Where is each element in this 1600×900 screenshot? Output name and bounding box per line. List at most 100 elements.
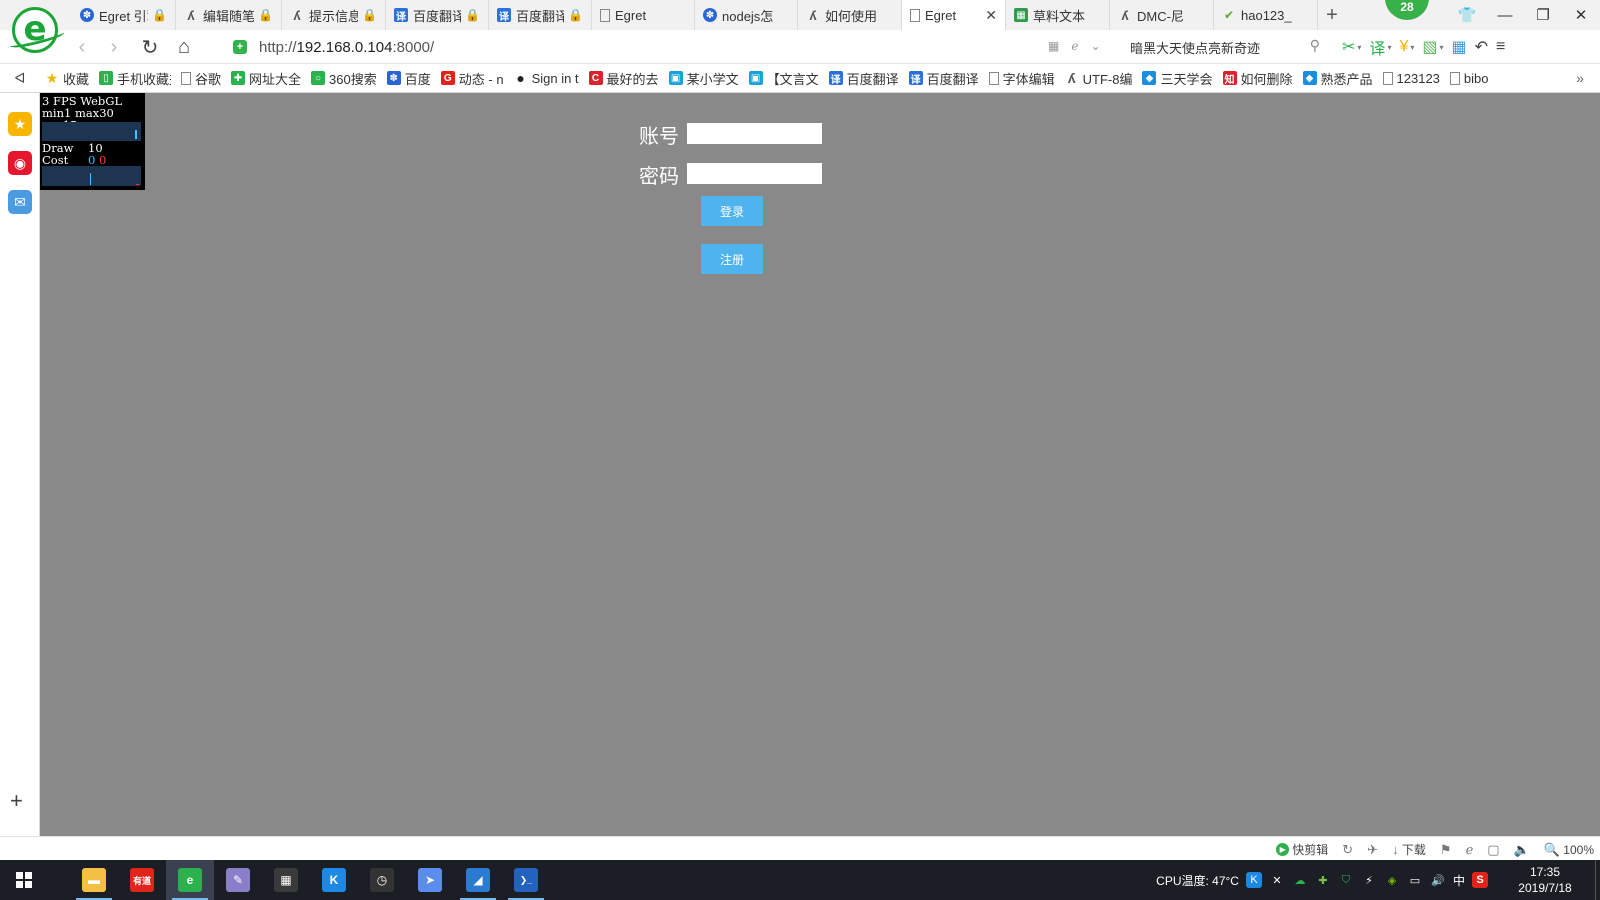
back-button[interactable]: ‹ <box>70 35 94 59</box>
new-tab-button[interactable]: + <box>1317 0 1347 30</box>
nvidia-icon[interactable]: ◈ <box>1384 872 1400 888</box>
tab-4[interactable]: 译百度翻译 🔒 <box>386 0 489 30</box>
bookmark-item[interactable]: C 最好的去 <box>584 69 664 88</box>
sogou-icon[interactable]: S <box>1472 872 1488 888</box>
kuaijian-button[interactable]: ▶ 快剪辑 <box>1276 841 1328 858</box>
tab-6[interactable]: Egret <box>592 0 695 30</box>
tab-11[interactable]: ʎ DMC-尼 <box>1110 0 1214 30</box>
bookmark-item[interactable]: ◆ 三天学会 <box>1137 69 1217 88</box>
register-button[interactable]: 注册 <box>701 244 763 274</box>
qr-code-icon[interactable]: ▦ <box>1048 39 1059 53</box>
plus-tray-icon[interactable]: ✚ <box>1315 872 1331 888</box>
url-input[interactable]: + http://192.168.0.104:8000/ <box>225 34 1115 60</box>
sidebar-add-button[interactable]: + <box>10 788 23 814</box>
bookmark-item[interactable]: ★ 收藏 <box>40 69 94 88</box>
password-input[interactable] <box>687 163 822 184</box>
menu-button[interactable]: ≡ <box>1496 36 1505 58</box>
wechat-icon[interactable]: ☁ <box>1292 872 1308 888</box>
tab-12[interactable]: ✔ hao123_ <box>1214 0 1318 30</box>
bookmark-item[interactable]: ʎ UTF-8编 <box>1060 69 1138 88</box>
undo-button[interactable]: ↶ <box>1475 36 1488 58</box>
minimize-button[interactable]: — <box>1486 0 1524 30</box>
search-icon[interactable]: ⚲ <box>1310 37 1320 54</box>
bookmark-item[interactable]: ◆ 熟悉产品 <box>1298 69 1378 88</box>
bookmark-item[interactable]: ○ 360搜索 <box>306 69 382 88</box>
close-tab-icon[interactable]: ✕ <box>985 7 997 24</box>
flag-icon[interactable]: ⚑ <box>1440 842 1452 858</box>
notification-badge[interactable]: 28 <box>1385 0 1429 20</box>
account-input[interactable] <box>687 123 822 144</box>
tab-5[interactable]: 译百度翻译 🔒 <box>489 0 592 30</box>
bookmark-item[interactable]: ✚ 网址大全 <box>226 69 306 88</box>
youdao-taskbar-button[interactable]: 有道 <box>118 860 166 900</box>
usb-icon[interactable]: ⚡ <box>1361 872 1377 888</box>
download-button[interactable]: ↓ 下载 <box>1392 841 1426 858</box>
bookmark-item[interactable]: ▯手机收藏夹 <box>94 69 176 88</box>
feishu-taskbar-button[interactable]: ➤ <box>406 860 454 900</box>
bookmark-item[interactable]: 谷歌 <box>176 69 226 88</box>
file-explorer-taskbar-button[interactable]: ▬ <box>70 860 118 900</box>
network-icon[interactable]: ▭ <box>1407 872 1423 888</box>
bookmark-item[interactable]: G 动态 - n <box>436 69 509 88</box>
powershell-taskbar-button[interactable]: ❯_ <box>502 860 550 900</box>
weibo-icon[interactable]: ◉ <box>8 151 32 175</box>
tab-8[interactable]: ʎ 如何使用 <box>798 0 902 30</box>
scissors-button[interactable]: ✂ ▾ <box>1342 36 1361 58</box>
zoom-control[interactable]: 🔍 100% <box>1544 842 1594 858</box>
sidebar-toggle-icon[interactable]: ᐊ <box>0 70 40 87</box>
tab-10[interactable]: ▦ 草料文本 <box>1006 0 1110 30</box>
shield-tray-icon[interactable]: ⛉ <box>1338 872 1354 888</box>
bookmark-item[interactable]: 译百度翻译 <box>824 69 904 88</box>
bookmark-item[interactable]: 字体编辑 <box>984 69 1060 88</box>
url-dropdown-icon[interactable]: ⌄ <box>1090 39 1100 53</box>
login-button[interactable]: 登录 <box>701 196 763 226</box>
clock[interactable]: 17:35 2019/7/18 <box>1500 864 1590 896</box>
tab-2[interactable]: ʎ 编辑随笔 🔒 <box>176 0 282 30</box>
close-window-button[interactable]: ✕ <box>1562 0 1600 30</box>
bookmark-item[interactable]: bibo <box>1445 71 1494 86</box>
translate-button[interactable]: 译 ▾ <box>1369 36 1391 58</box>
start-button[interactable] <box>0 860 48 900</box>
tab-9[interactable]: Egret ✕ <box>902 0 1006 31</box>
bookmark-item[interactable]: ● Sign in t <box>509 71 584 86</box>
tab-3[interactable]: ʎ 提示信息 🔒 <box>282 0 386 30</box>
image-button[interactable]: ▧ ▾ <box>1422 36 1443 58</box>
reload-button[interactable]: ↻ <box>138 35 162 59</box>
restore-button[interactable]: ❐ <box>1524 0 1562 30</box>
favorites-icon[interactable]: ★ <box>8 112 32 136</box>
more-bookmarks-icon[interactable]: » <box>1560 70 1600 86</box>
game-canvas[interactable]: 3 FPS WebGL min1 max30 avg15 Draw 10 Cos… <box>40 93 1600 836</box>
forward-button[interactable]: › <box>102 35 126 59</box>
x-tray-icon[interactable]: ✕ <box>1269 872 1285 888</box>
volume-icon[interactable]: 🔊 <box>1430 872 1446 888</box>
mail-icon[interactable]: ✉ <box>8 190 32 214</box>
skin-icon[interactable]: 👕 <box>1448 0 1486 30</box>
refresh-status-icon[interactable]: ↻ <box>1342 842 1353 858</box>
tab-7[interactable]: ✽ nodejs怎 <box>695 0 798 30</box>
bookmark-item[interactable]: ▣ 某小学文 <box>664 69 744 88</box>
calculator-taskbar-button[interactable]: ▦ <box>262 860 310 900</box>
shield-button[interactable]: ¥ ▾ <box>1399 36 1414 58</box>
home-button[interactable]: ⌂ <box>172 35 196 59</box>
bookmark-item[interactable]: ✽ 百度 <box>382 69 436 88</box>
bookmark-item[interactable]: ▣ 【文言文 <box>744 69 824 88</box>
window-icon[interactable]: ▢ <box>1487 842 1499 858</box>
ie-mode-icon[interactable]: ℯ <box>1071 39 1078 53</box>
search-input[interactable]: 暗黑大天使点亮新奇迹 ⚲ <box>1130 34 1320 60</box>
browser-logo-icon[interactable]: e <box>8 7 66 53</box>
k-tray-icon[interactable]: K <box>1245 872 1262 888</box>
cpu-temperature[interactable]: CPU温度: 47°C <box>1156 872 1239 889</box>
bookmark-item[interactable]: 译百度翻译 <box>904 69 984 88</box>
show-desktop-button[interactable] <box>1595 860 1600 900</box>
bookmark-item[interactable]: 知如何删除 <box>1218 69 1298 88</box>
paint-taskbar-button[interactable]: ✎ <box>214 860 262 900</box>
tab-1[interactable]: ✽ Egret 引擎 🔒 <box>72 0 176 30</box>
pin-icon[interactable]: ✈ <box>1367 842 1378 858</box>
ime-indicator[interactable]: 中 <box>1453 872 1465 889</box>
bookmark-item[interactable]: 123123 <box>1378 71 1445 86</box>
clock-app-taskbar-button[interactable]: ◷ <box>358 860 406 900</box>
sound-icon[interactable]: 🔈 <box>1514 842 1530 858</box>
360-browser-taskbar-button[interactable]: e <box>166 860 214 900</box>
vscode-taskbar-button[interactable]: ◢ <box>454 860 502 900</box>
ie-icon[interactable]: ℯ <box>1466 842 1474 858</box>
